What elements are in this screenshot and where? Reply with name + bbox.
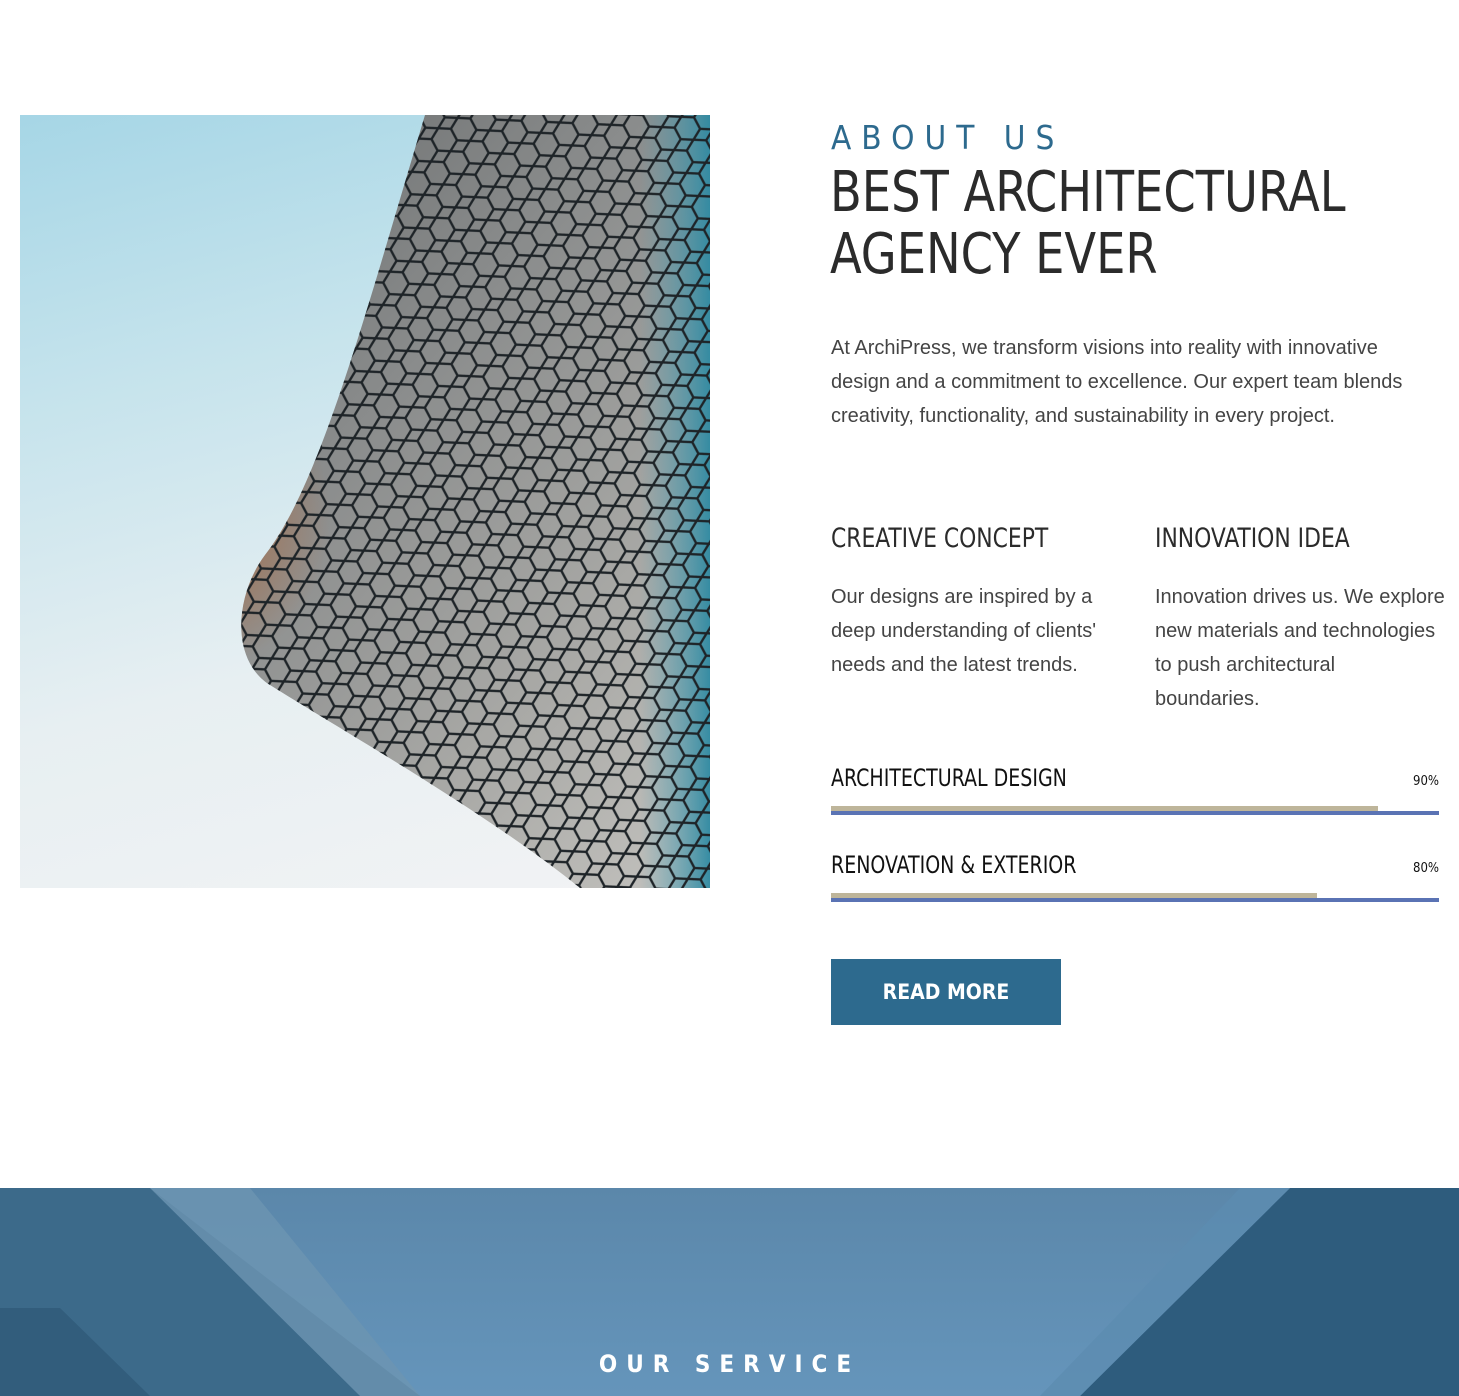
about-description: At ArchiPress, we transform visions into… xyxy=(831,337,1403,427)
skill-label: ARCHITECTURAL DESIGN xyxy=(831,764,1067,792)
feature-innovation-idea: INNOVATION IDEA Innovation drives us. We… xyxy=(1155,522,1445,716)
service-eyebrow: OUR SERVICE xyxy=(598,1350,861,1378)
section-title: BEST ARCHITECTURAL AGENCY EVER xyxy=(830,160,1346,287)
skill-progress-bar xyxy=(831,893,1439,902)
feature-creative-concept: CREATIVE CONCEPT Our designs are inspire… xyxy=(831,522,1121,682)
feature-text: Our designs are inspired by a deep under… xyxy=(831,586,1097,676)
page: ABOUT US BEST ARCHITECTURAL AGENCY EVER … xyxy=(0,0,1459,1396)
read-more-button[interactable]: READ MORE xyxy=(831,959,1061,1025)
skill-percent: 80% xyxy=(1413,861,1439,876)
section-eyebrow: ABOUT US xyxy=(831,118,1065,157)
skill-architectural-design: ARCHITECTURAL DESIGN 90% xyxy=(831,762,1439,815)
skill-progress-track xyxy=(831,811,1439,815)
skill-label: RENOVATION & EXTERIOR xyxy=(831,851,1077,879)
feature-text: Innovation drives us. We explore new mat… xyxy=(1155,586,1445,710)
skill-percent: 90% xyxy=(1413,774,1439,789)
about-image xyxy=(20,115,710,888)
service-banner: OUR SERVICE xyxy=(0,1188,1459,1396)
feature-title: INNOVATION IDEA xyxy=(1155,523,1350,554)
skill-renovation-exterior: RENOVATION & EXTERIOR 80% xyxy=(831,849,1439,902)
skill-progress-track xyxy=(831,898,1439,902)
building-facade-image xyxy=(241,115,710,888)
feature-title: CREATIVE CONCEPT xyxy=(831,523,1049,554)
skill-progress-bar xyxy=(831,806,1439,815)
